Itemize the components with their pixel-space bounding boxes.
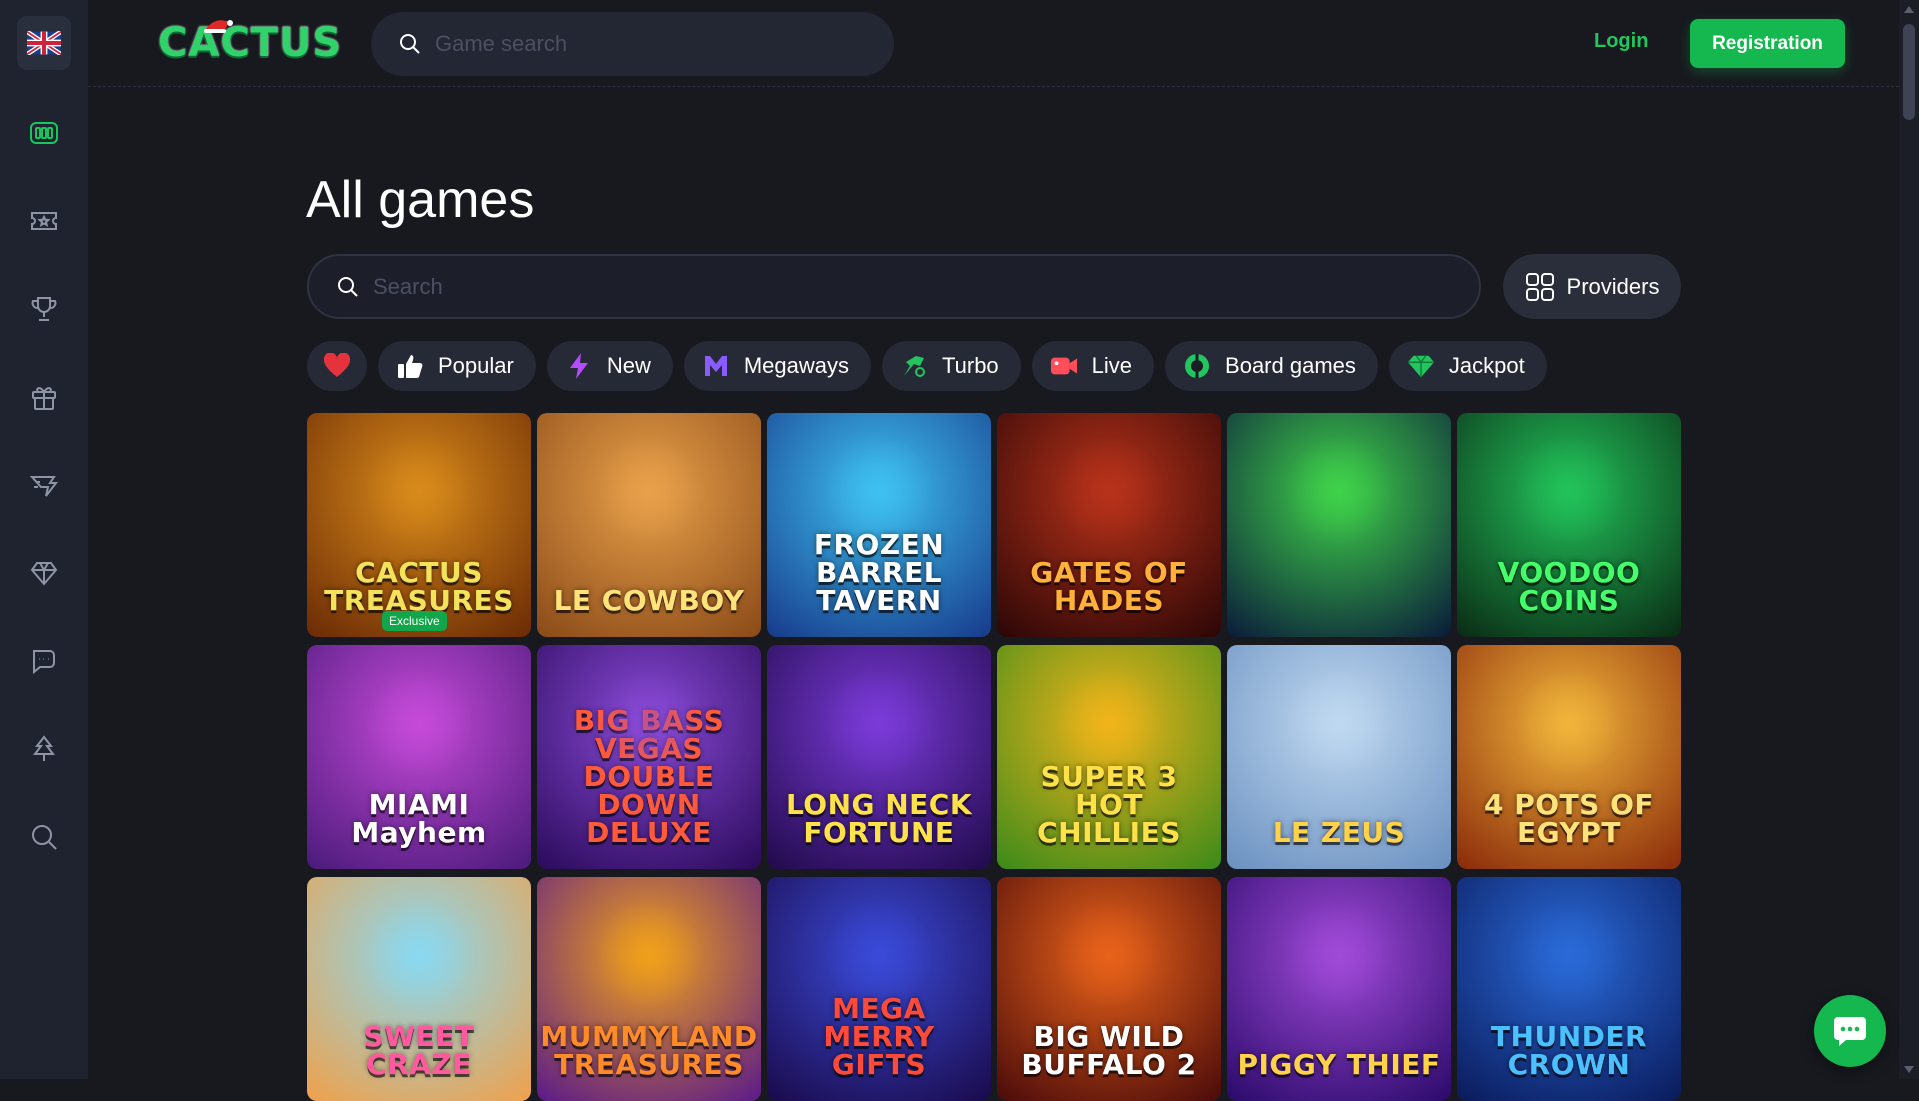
game-tile[interactable]: FROZEN BARREL TAVERN — [767, 413, 991, 637]
game-search-bar[interactable] — [371, 12, 894, 76]
chat-icon[interactable] — [24, 641, 64, 681]
search-icon — [338, 276, 358, 297]
chip-new[interactable]: New — [546, 341, 673, 391]
chip-label: Live — [1091, 353, 1133, 378]
top-bar: CACTUS Login Registration — [88, 0, 1899, 87]
scroll-thumb[interactable] — [1903, 24, 1915, 120]
chip-label: Turbo — [942, 353, 999, 378]
game-tile[interactable]: 4 POTS OF EGYPT — [1457, 645, 1681, 869]
page-scrollbar[interactable] — [1899, 0, 1919, 1079]
game-title: 4 POTS OF EGYPT — [1484, 788, 1654, 849]
cactus-logo[interactable]: CACTUS — [158, 20, 342, 66]
turbo-icon — [900, 352, 928, 380]
game-title: LE ZEUS — [1272, 816, 1406, 849]
games-grid: CACTUS TREASURESExclusive LE COWBOY FROZ… — [307, 413, 1681, 1101]
chip-favorites[interactable] — [307, 341, 367, 391]
game-title: LONG NECK FORTUNE — [785, 788, 973, 849]
megaways-icon — [702, 352, 730, 380]
tree-icon[interactable] — [24, 729, 64, 769]
chip-board-games[interactable]: Board games — [1165, 341, 1378, 391]
exclusive-badge: Exclusive — [382, 611, 447, 631]
game-title: GATES OF HADES — [1030, 556, 1188, 617]
chip-megaways[interactable]: Megaways — [683, 341, 872, 391]
game-tile[interactable]: GATES OF HADES — [997, 413, 1221, 637]
game-title: PIGGY THIEF — [1237, 1048, 1441, 1081]
category-chips: Popular New Megaways Turbo Live Board ga… — [307, 341, 1547, 391]
game-tile[interactable]: MEGA MERRY GIFTS — [767, 877, 991, 1101]
uk-flag-icon[interactable] — [17, 16, 71, 70]
chip-turbo[interactable]: Turbo — [882, 341, 1021, 391]
game-title: BIG WILD BUFFALO 2 — [1021, 1020, 1197, 1081]
chip-jackpot[interactable]: Jackpot — [1388, 341, 1547, 391]
game-tile[interactable]: MIAMI Mayhem — [307, 645, 531, 869]
chat-bubble-icon — [1834, 1017, 1866, 1046]
gift-icon[interactable] — [24, 377, 64, 417]
search-icon — [400, 34, 420, 54]
page-title: All games — [306, 171, 535, 229]
sidebar — [0, 0, 88, 1079]
game-title: MUMMYLAND TREASURES — [540, 1020, 758, 1081]
game-title: CACTUS TREASURES — [324, 556, 514, 617]
games-search-input[interactable] — [373, 273, 1433, 300]
registration-button[interactable]: Registration — [1690, 19, 1845, 68]
game-tile[interactable] — [1227, 413, 1451, 637]
diamond-icon[interactable] — [24, 553, 64, 593]
game-title: THUNDER CROWN — [1490, 1020, 1648, 1081]
game-tile[interactable]: BIG WILD BUFFALO 2 — [997, 877, 1221, 1101]
games-search-bar[interactable] — [307, 254, 1481, 319]
providers-button[interactable]: Providers — [1503, 254, 1681, 319]
chip-label: Board games — [1225, 353, 1356, 378]
providers-label: Providers — [1566, 273, 1660, 299]
chip-label: Jackpot — [1448, 353, 1525, 378]
game-tile[interactable]: CACTUS TREASURES Exclusive — [307, 413, 531, 637]
game-tile[interactable]: SUPER 3 HOT CHILLIES — [997, 645, 1221, 869]
santa-hat-icon — [204, 20, 233, 33]
thumbs-up-icon — [396, 352, 424, 380]
jackpot-gem-icon — [1407, 352, 1435, 380]
game-tile[interactable]: LONG NECK FORTUNE — [767, 645, 991, 869]
ticket-icon[interactable] — [24, 201, 64, 241]
search-icon[interactable] — [24, 817, 64, 857]
game-title: VOODOO COINS — [1497, 556, 1641, 617]
game-tile[interactable]: BIG BASS VEGAS DOUBLE DOWN DELUXE — [537, 645, 761, 869]
live-camera-icon — [1050, 352, 1078, 380]
chip-popular[interactable]: Popular — [378, 341, 536, 391]
game-tile[interactable]: LE ZEUS — [1227, 645, 1451, 869]
slot-machine-icon[interactable] — [24, 113, 64, 153]
chip-live[interactable]: Live — [1031, 341, 1155, 391]
trophy-icon[interactable] — [24, 289, 64, 329]
chip-label: New — [606, 353, 651, 378]
support-chat-button[interactable] — [1814, 995, 1886, 1067]
chip-label: Popular — [438, 353, 514, 378]
game-tile[interactable]: MUMMYLAND TREASURES — [537, 877, 761, 1101]
game-title: LE COWBOY — [553, 584, 745, 617]
scroll-up-arrow[interactable] — [1904, 6, 1914, 13]
game-title: SWEET CRAZE — [363, 1020, 475, 1081]
game-title: MIAMI Mayhem — [351, 788, 487, 849]
scroll-down-arrow[interactable] — [1904, 1066, 1914, 1073]
login-button[interactable]: Login — [1594, 30, 1648, 53]
lightning-icon — [565, 352, 593, 380]
game-tile[interactable]: SWEET CRAZE — [307, 877, 531, 1101]
grid-icon — [1525, 272, 1554, 301]
heart-icon — [323, 352, 351, 380]
game-tile[interactable]: THUNDER CROWN — [1457, 877, 1681, 1101]
game-tile[interactable]: LE COWBOY — [537, 413, 761, 637]
game-tile[interactable]: PIGGY THIEF — [1227, 877, 1451, 1101]
game-tile[interactable]: VOODOO COINS — [1457, 413, 1681, 637]
game-search-input[interactable] — [435, 31, 875, 57]
chip-label: Megaways — [743, 353, 850, 378]
sports-icon[interactable] — [24, 465, 64, 505]
board-games-icon — [1183, 352, 1211, 380]
